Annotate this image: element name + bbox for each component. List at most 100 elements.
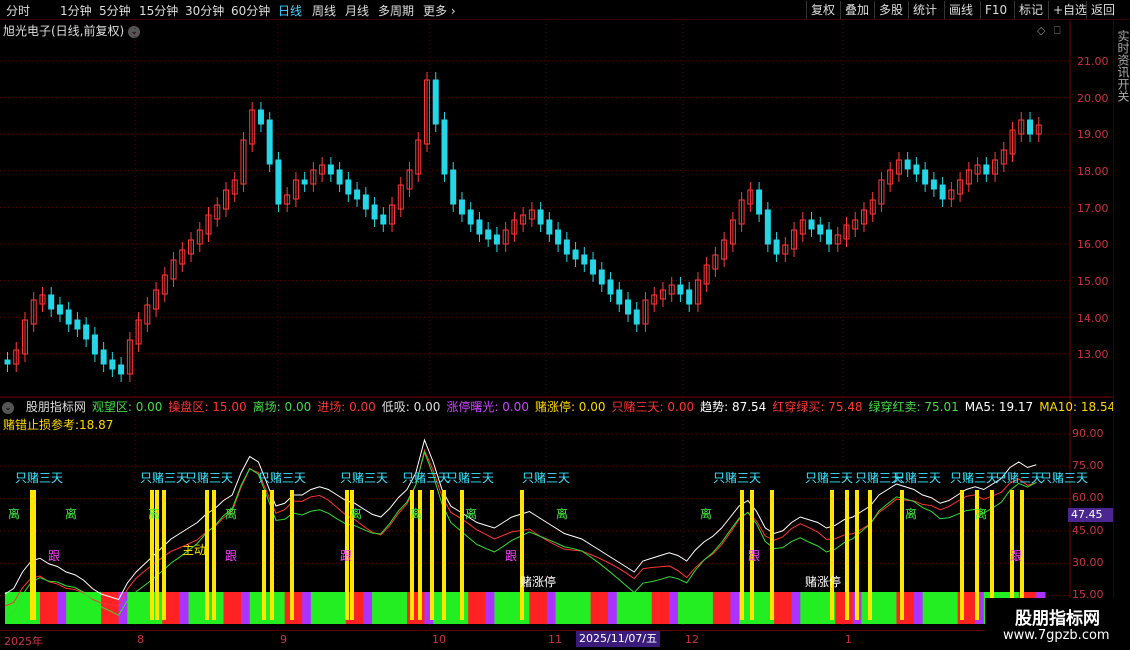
candle-body bbox=[590, 259, 597, 275]
period-tab-5min[interactable]: 5分钟 bbox=[99, 2, 131, 19]
zone-bar bbox=[511, 592, 522, 624]
date-axis-label: 10 bbox=[432, 633, 446, 646]
signal-label: 离 bbox=[905, 506, 917, 521]
zone-bar bbox=[74, 592, 85, 624]
draw-line-button[interactable]: 画线 bbox=[944, 1, 977, 19]
zone-bar bbox=[503, 592, 513, 624]
signal-bar bbox=[845, 490, 849, 620]
signal-label: 跟 bbox=[505, 549, 517, 563]
period-tab-multi[interactable]: 多周期 bbox=[378, 2, 414, 19]
candle-body bbox=[354, 189, 361, 200]
indicator-legend-item: MA10: 18.54 bbox=[1039, 400, 1113, 414]
signal-label: 赌涨停 bbox=[805, 574, 841, 589]
mark-button[interactable]: 标记 bbox=[1014, 1, 1047, 19]
period-tab-timeshare[interactable]: 分时 bbox=[6, 2, 30, 19]
zone-bar bbox=[669, 592, 679, 624]
news-toggle-text[interactable]: 实时资讯开关 bbox=[1115, 30, 1130, 102]
overlay-button[interactable]: 叠加 bbox=[840, 1, 873, 19]
candle-body bbox=[922, 169, 929, 185]
zone-bar bbox=[878, 592, 889, 624]
candle-body bbox=[826, 229, 833, 245]
multi-stock-button[interactable]: 多股 bbox=[874, 1, 907, 19]
candle-body bbox=[598, 269, 605, 285]
zone-bar bbox=[634, 592, 644, 624]
period-tab-more[interactable]: 更多 › bbox=[423, 2, 456, 19]
statistics-button[interactable]: 统计 bbox=[908, 1, 941, 19]
candle-body bbox=[677, 284, 684, 295]
zone-bar bbox=[555, 592, 565, 624]
signal-label: 只赌三天 bbox=[950, 471, 998, 485]
signal-label: 只赌三天 bbox=[140, 471, 188, 485]
zone-bar bbox=[922, 592, 932, 624]
zone-bar bbox=[800, 592, 810, 624]
period-tab-monthly[interactable]: 月线 bbox=[345, 2, 369, 19]
signal-bar bbox=[830, 490, 834, 620]
signal-label: 离 bbox=[700, 506, 712, 521]
period-tab-1min[interactable]: 1分钟 bbox=[60, 2, 92, 19]
zone-bar bbox=[887, 592, 897, 624]
add-watchlist-button[interactable]: +自选 bbox=[1048, 1, 1091, 19]
candle-body bbox=[336, 169, 343, 185]
candle-body bbox=[633, 309, 640, 325]
signal-label: 离 bbox=[410, 506, 422, 521]
indicator-legend-item: 只赌三天: 0.00 bbox=[611, 400, 695, 414]
zone-bar bbox=[660, 592, 670, 624]
price-axis-label: 15.00 bbox=[1077, 275, 1109, 288]
candlestick-series bbox=[4, 72, 1042, 382]
period-tab-weekly[interactable]: 周线 bbox=[312, 2, 336, 19]
watermark-title: 股朋指标网 bbox=[1015, 609, 1100, 629]
candle-body bbox=[764, 209, 771, 245]
indicator-legend-item: 赌涨停: 0.00 bbox=[534, 400, 606, 414]
candle-body bbox=[930, 179, 937, 190]
zone-bar bbox=[581, 592, 592, 624]
signal-bar bbox=[290, 490, 294, 620]
signal-bar bbox=[262, 490, 266, 620]
back-button[interactable]: 返回 bbox=[1086, 1, 1119, 19]
zone-bar bbox=[616, 592, 627, 624]
date-axis-label: 1 bbox=[845, 633, 852, 646]
candle-body bbox=[493, 234, 500, 245]
candle-body bbox=[432, 79, 439, 125]
zone-bar bbox=[398, 592, 408, 624]
candle-body bbox=[257, 109, 264, 125]
news-toggle-strip[interactable] bbox=[1113, 20, 1130, 630]
f10-button[interactable]: F10 bbox=[980, 1, 1011, 19]
signal-label: 只赌三天 bbox=[805, 471, 853, 485]
candle-body bbox=[275, 159, 282, 205]
zone-bar bbox=[625, 592, 635, 624]
period-tab-60min[interactable]: 60分钟 bbox=[231, 2, 270, 19]
zone-bar bbox=[275, 592, 286, 624]
indicator-legend-item: 离场: 0.00 bbox=[252, 400, 312, 414]
period-tab-30min[interactable]: 30分钟 bbox=[185, 2, 224, 19]
candle-body bbox=[441, 119, 448, 175]
period-tab-daily[interactable]: 日线 bbox=[278, 2, 302, 19]
candle-body bbox=[467, 209, 474, 225]
period-tab-15min[interactable]: 15分钟 bbox=[139, 2, 178, 19]
candle-body bbox=[817, 224, 824, 235]
signal-bar bbox=[162, 490, 166, 620]
indicator-value-badge: 47.45 bbox=[1068, 508, 1113, 522]
signal-label: 只赌三天 bbox=[893, 471, 941, 485]
candle-body bbox=[572, 249, 579, 260]
zone-bar bbox=[302, 592, 312, 624]
candle-body bbox=[371, 204, 378, 220]
zone-bar bbox=[590, 592, 600, 624]
signal-label: 离 bbox=[975, 506, 987, 521]
zone-bar bbox=[433, 592, 443, 624]
zone-bar bbox=[136, 592, 146, 624]
chart-grid bbox=[0, 20, 1113, 630]
adjust-button[interactable]: 复权 bbox=[806, 1, 839, 19]
signal-label: 离 bbox=[556, 506, 568, 521]
chart-canvas[interactable]: 只赌三天 只赌三天只赌三天 只赌三天 只赌三天 只赌三天只赌三天 只赌三天 只赌三天 只赌三天… bbox=[0, 20, 1113, 630]
indicator-menu-icon[interactable]: ⌄ bbox=[0, 400, 16, 414]
candle-body bbox=[625, 299, 632, 315]
signal-label: 只赌三天 bbox=[185, 471, 233, 485]
indicator-legend-item: MA5: 19.17 bbox=[964, 400, 1034, 414]
candle-body bbox=[100, 349, 107, 365]
indicator-legend-item: 观望区: 0.00 bbox=[91, 400, 163, 414]
signal-label: 只赌三天 bbox=[522, 471, 570, 485]
signal-bar bbox=[430, 490, 434, 620]
zone-bar bbox=[651, 592, 661, 624]
signal-label: 跟 bbox=[340, 549, 352, 563]
candle-body bbox=[91, 334, 98, 355]
